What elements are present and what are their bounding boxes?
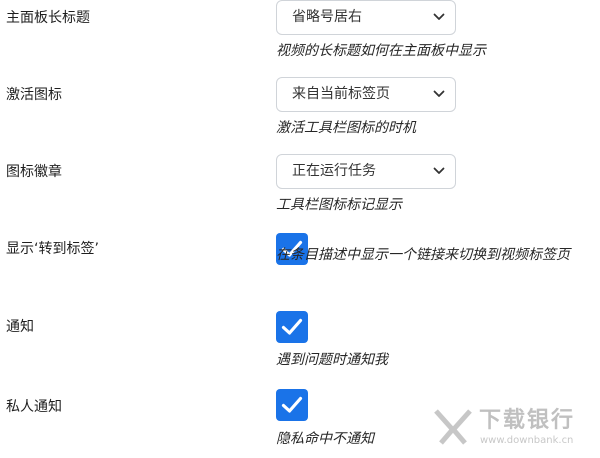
chevron-down-icon [433,89,445,99]
setting-label-show-goto-tab: 显示‘转到标签’ [6,241,99,257]
checkmark-icon [281,318,303,335]
watermark-name: 下载银行 [479,408,576,433]
activate-icon-select-value: 来自当前标签页 [292,86,390,102]
activate-icon-description: 激活工具栏图标的时机 [276,120,416,136]
setting-label-private-notify: 私人通知 [6,399,62,415]
checkmark-icon [281,396,303,413]
private-notify-description: 隐私命中不通知 [276,431,374,447]
show-goto-tab-description: 在条目描述中显示一个链接来切换到视频标签页 [276,247,570,263]
long-title-description: 视频的长标题如何在主面板中显示 [276,43,486,59]
watermark-url: www.downbank.cn [480,435,574,446]
long-title-select[interactable]: 省略号居右 [276,0,456,35]
setting-label-notify: 通知 [6,319,34,335]
notify-checkbox[interactable] [276,311,308,343]
watermark-logo-icon [434,409,472,445]
icon-badge-description: 工具栏图标标记显示 [276,197,402,213]
activate-icon-select[interactable]: 来自当前标签页 [276,77,456,112]
icon-badge-select-value: 正在运行任务 [292,163,376,179]
setting-label-activate-icon: 激活图标 [6,87,62,103]
setting-label-icon-badge: 图标徽章 [6,164,62,180]
private-notify-checkbox[interactable] [276,389,308,421]
long-title-select-value: 省略号居右 [292,9,362,25]
setting-label-long-title: 主面板长标题 [6,10,90,26]
icon-badge-select[interactable]: 正在运行任务 [276,154,456,189]
chevron-down-icon [433,166,445,176]
notify-description: 遇到问题时通知我 [276,352,388,368]
chevron-down-icon [433,12,445,22]
watermark: 下载银行 www.downbank.cn [433,406,593,450]
